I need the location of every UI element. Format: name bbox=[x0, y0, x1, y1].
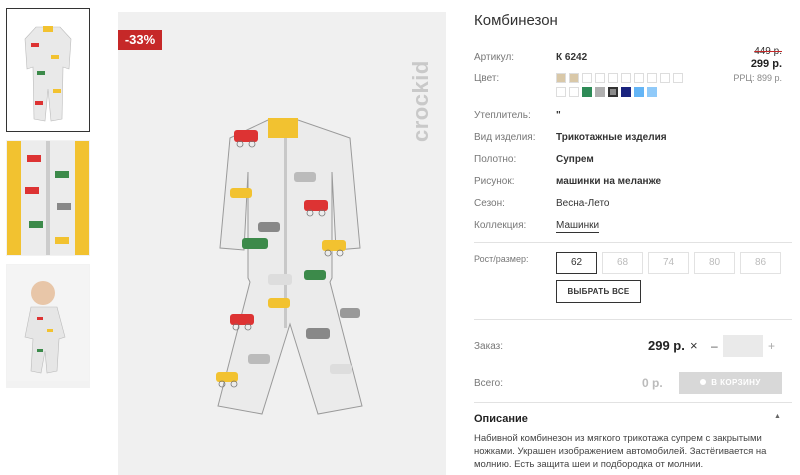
size-option-80[interactable]: 80 bbox=[694, 252, 735, 274]
price-rrp: РРЦ: 899 р. bbox=[733, 73, 782, 83]
spec-value: машинки на меланже bbox=[556, 176, 662, 187]
spec-value: Трикотажные изделия bbox=[556, 132, 667, 143]
size-label: Рост/размер: bbox=[474, 254, 529, 264]
brand-logo: crockid bbox=[408, 24, 433, 144]
color-swatch[interactable] bbox=[556, 73, 566, 83]
spec-label: Рисунок: bbox=[474, 176, 515, 187]
color-swatch[interactable] bbox=[634, 87, 644, 97]
color-swatch[interactable] bbox=[634, 73, 644, 83]
color-swatch[interactable] bbox=[621, 73, 631, 83]
add-to-cart-label: В КОРЗИНУ bbox=[711, 378, 761, 387]
quantity-plus-button[interactable]: + bbox=[768, 339, 775, 353]
color-swatch[interactable] bbox=[647, 87, 657, 97]
spec-value: Весна-Лето bbox=[556, 198, 610, 209]
size-option-74[interactable]: 74 bbox=[648, 252, 689, 274]
divider bbox=[474, 402, 792, 403]
total-label: Всего: bbox=[474, 378, 503, 389]
divider bbox=[474, 242, 792, 243]
spec-value: " bbox=[556, 110, 561, 121]
thumbnail-front[interactable] bbox=[6, 8, 90, 132]
thumbnail-model[interactable] bbox=[6, 264, 90, 388]
collection-link[interactable]: Машинки bbox=[556, 220, 600, 233]
discount-badge: -33% bbox=[118, 30, 162, 50]
size-option-68[interactable]: 68 bbox=[602, 252, 643, 274]
spec-label: Вид изделия: bbox=[474, 132, 536, 143]
divider bbox=[474, 319, 792, 320]
thumbnail-list bbox=[6, 8, 90, 396]
total-value: 0 р. bbox=[642, 376, 663, 390]
color-swatch[interactable] bbox=[621, 87, 631, 97]
size-option-86[interactable]: 86 bbox=[740, 252, 781, 274]
spec-label: Артикул: bbox=[474, 52, 515, 63]
add-to-cart-button[interactable]: В КОРЗИНУ bbox=[679, 372, 782, 394]
spec-label: Полотно: bbox=[474, 154, 517, 165]
cart-dot-icon bbox=[700, 379, 707, 385]
color-swatch[interactable] bbox=[673, 73, 683, 83]
spec-value: Супрем bbox=[556, 154, 594, 165]
color-swatch[interactable] bbox=[608, 73, 618, 83]
size-option-62[interactable]: 62 bbox=[556, 252, 597, 274]
spec-label: Сезон: bbox=[474, 198, 505, 209]
spec-value: К 6242 bbox=[556, 52, 588, 63]
color-swatch[interactable] bbox=[569, 73, 579, 83]
thumbnail-detail[interactable] bbox=[6, 140, 90, 256]
collapse-caret-icon[interactable]: ▲ bbox=[774, 413, 781, 420]
quantity-input[interactable] bbox=[723, 335, 763, 357]
color-swatch[interactable] bbox=[647, 73, 657, 83]
color-swatch[interactable] bbox=[595, 87, 605, 97]
price-current: 299 р. bbox=[750, 58, 782, 70]
spec-label: Цвет: bbox=[474, 73, 500, 84]
color-swatch[interactable] bbox=[582, 73, 592, 83]
select-all-sizes-button[interactable]: ВЫБРАТЬ ВСЕ bbox=[556, 280, 641, 303]
product-title: Комбинезон bbox=[474, 12, 558, 29]
order-price: 299 р. bbox=[648, 338, 685, 353]
spec-label: Коллекция: bbox=[474, 220, 527, 231]
color-swatch[interactable] bbox=[595, 73, 605, 83]
quantity-minus-button[interactable]: – bbox=[711, 339, 718, 353]
price-old: 449 р. bbox=[754, 46, 782, 57]
description-text: Набивной комбинезон из мягкого трикотажа… bbox=[474, 433, 767, 470]
remove-icon[interactable]: × bbox=[690, 338, 698, 353]
color-swatch-selected[interactable] bbox=[608, 87, 618, 97]
order-label: Заказ: bbox=[474, 341, 504, 352]
color-swatch[interactable] bbox=[569, 87, 579, 97]
color-swatch[interactable] bbox=[556, 87, 566, 97]
brand-logo-text: crockid bbox=[408, 60, 433, 142]
spec-label: Утеплитель: bbox=[474, 110, 531, 121]
product-main-image[interactable] bbox=[118, 12, 446, 475]
description-title[interactable]: Описание bbox=[474, 413, 528, 425]
color-swatch[interactable] bbox=[582, 87, 592, 97]
color-swatch[interactable] bbox=[660, 73, 670, 83]
